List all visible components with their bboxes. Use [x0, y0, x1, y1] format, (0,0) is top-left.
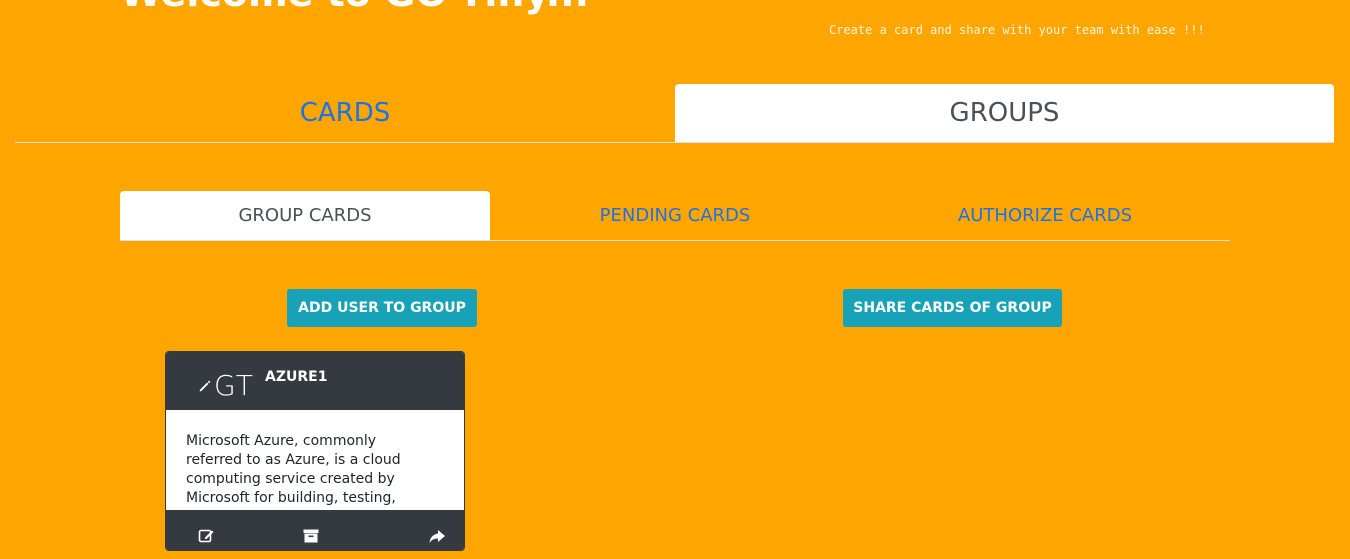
card-header: GT AZURE1 — [166, 352, 464, 410]
card-logo: GT — [198, 372, 254, 400]
tab-authorize-cards[interactable]: AUTHORIZE CARDS — [860, 191, 1230, 240]
card-logo-text: GT — [214, 369, 254, 402]
tagline: Create a card and share with your team w… — [829, 23, 1205, 37]
archive-icon[interactable] — [302, 528, 320, 544]
welcome-title: Welcome to GO-Tiny... — [120, 0, 589, 12]
share-cards-of-group-button[interactable]: SHARE CARDS OF GROUP — [843, 289, 1062, 327]
share-icon[interactable] — [428, 528, 446, 544]
pencil-icon — [199, 380, 211, 392]
add-user-to-group-button[interactable]: ADD USER TO GROUP — [287, 289, 477, 327]
tab-groups[interactable]: GROUPS — [675, 84, 1334, 142]
group-card: GT AZURE1 Microsoft Azure, commonly refe… — [165, 351, 465, 551]
tab-cards[interactable]: CARDS — [15, 84, 675, 142]
main-tabs: CARDS GROUPS — [15, 84, 1334, 143]
tab-pending-cards[interactable]: PENDING CARDS — [490, 191, 860, 240]
page: Welcome to GO-Tiny... Create a card and … — [0, 0, 1350, 559]
card-title: AZURE1 — [265, 369, 328, 385]
card-description: Microsoft Azure, commonly referred to as… — [186, 433, 401, 506]
group-sub-tabs: GROUP CARDS PENDING CARDS AUTHORIZE CARD… — [120, 191, 1230, 241]
card-footer — [166, 510, 464, 550]
edit-icon[interactable] — [198, 528, 216, 544]
tab-group-cards[interactable]: GROUP CARDS — [120, 191, 490, 240]
